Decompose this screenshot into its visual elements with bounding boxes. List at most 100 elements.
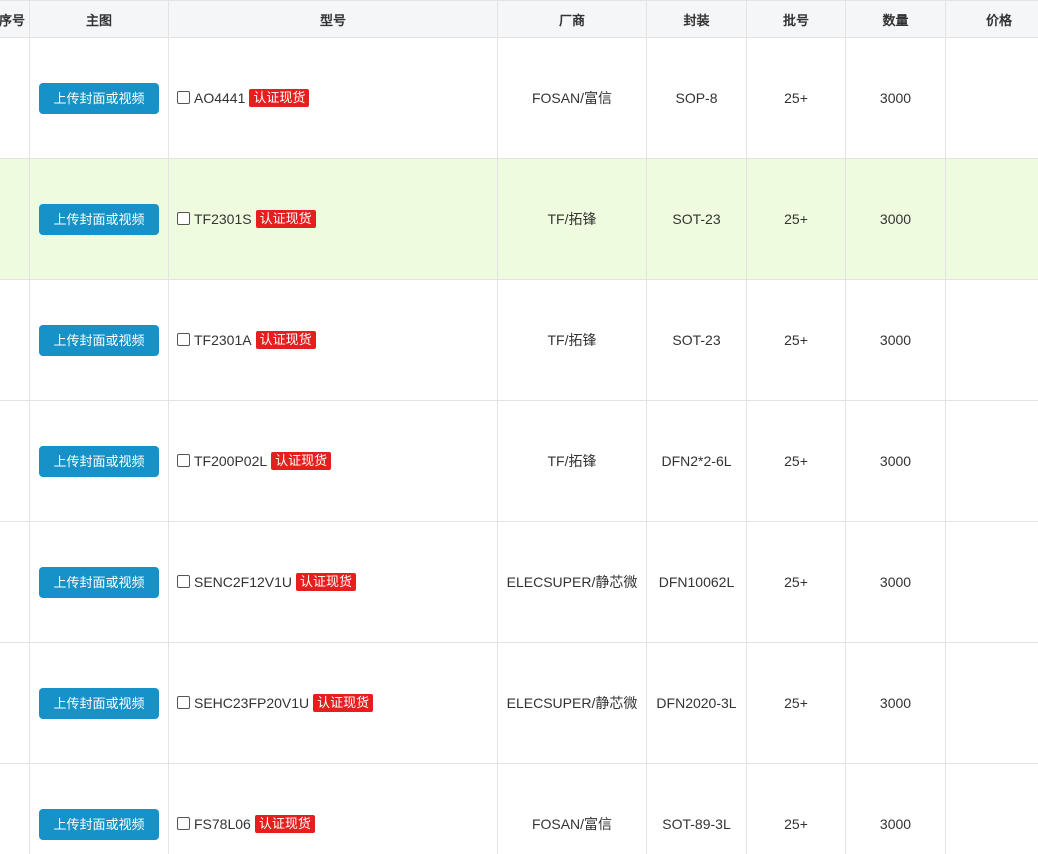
price-cell — [945, 763, 1038, 854]
row-checkbox[interactable] — [177, 91, 190, 104]
certified-stock-badge: 认证现货 — [255, 210, 316, 228]
batch-cell: 25+ — [746, 158, 846, 280]
package-cell: SOP-8 — [646, 37, 747, 159]
batch-cell: 25+ — [746, 763, 846, 854]
model-cell: SEHC23FP20V1U 认证现货 — [168, 642, 498, 764]
qty-text: 3000 — [879, 453, 912, 469]
package-cell: DFN2020-3L — [646, 642, 747, 764]
maker-text: ELECSUPER/静芯微 — [506, 695, 638, 711]
upload-cover-button[interactable]: 上传封面或视频 — [39, 687, 159, 719]
upload-cover-button[interactable]: 上传封面或视频 — [39, 324, 159, 356]
price-cell — [945, 279, 1038, 401]
package-text: DFN10062L — [658, 574, 735, 590]
certified-stock-badge: 认证现货 — [255, 331, 316, 349]
batch-text: 25+ — [784, 695, 808, 711]
package-cell: SOT-23 — [646, 158, 747, 280]
price-cell — [945, 37, 1038, 159]
maker-text: TF/拓锋 — [547, 211, 597, 227]
product-table-container: 序号 主图 型号 厂商 封装 批号 数量 价格 上传封面或视频 AO4441 认证… — [0, 0, 1038, 854]
certified-stock-badge: 认证现货 — [254, 815, 315, 833]
maker-cell: TF/拓锋 — [497, 400, 647, 522]
batch-cell: 25+ — [746, 642, 846, 764]
batch-text: 25+ — [784, 332, 808, 348]
model-cell: TF200P02L 认证现货 — [168, 400, 498, 522]
price-cell — [945, 158, 1038, 280]
upload-cover-button[interactable]: 上传封面或视频 — [39, 808, 159, 840]
index-cell — [0, 158, 30, 280]
model-cell: AO4441 认证现货 — [168, 37, 498, 159]
batch-text: 25+ — [784, 453, 808, 469]
image-cell: 上传封面或视频 — [29, 37, 169, 159]
certified-stock-badge: 认证现货 — [296, 573, 357, 591]
package-cell: SOT-89-3L — [646, 763, 747, 854]
col-header-price: 价格 — [945, 0, 1038, 38]
model-cell: SENC2F12V1U 认证现货 — [168, 521, 498, 643]
qty-cell: 3000 — [845, 763, 946, 854]
row-checkbox[interactable] — [177, 454, 190, 467]
package-cell: DFN2*2-6L — [646, 400, 747, 522]
package-cell: DFN10062L — [646, 521, 747, 643]
image-cell: 上传封面或视频 — [29, 279, 169, 401]
row-checkbox[interactable] — [177, 212, 190, 225]
qty-text: 3000 — [879, 332, 912, 348]
col-header-maker: 厂商 — [497, 0, 647, 38]
maker-text: FOSAN/富信 — [531, 90, 613, 106]
upload-cover-button[interactable]: 上传封面或视频 — [39, 203, 159, 235]
maker-text: TF/拓锋 — [547, 453, 597, 469]
maker-text: ELECSUPER/静芯微 — [506, 574, 638, 590]
index-cell — [0, 763, 30, 854]
model-text[interactable]: TF200P02L — [194, 453, 267, 469]
package-cell: SOT-23 — [646, 279, 747, 401]
model-text[interactable]: AO4441 — [194, 90, 245, 106]
table-row: 上传封面或视频 SENC2F12V1U 认证现货 ELECSUPER/静芯微 DF… — [0, 521, 1038, 643]
row-checkbox[interactable] — [177, 333, 190, 346]
row-checkbox[interactable] — [177, 575, 190, 588]
product-table: 序号 主图 型号 厂商 封装 批号 数量 价格 上传封面或视频 AO4441 认证… — [0, 0, 1038, 854]
package-text: SOT-23 — [672, 332, 721, 348]
maker-cell: FOSAN/富信 — [497, 37, 647, 159]
col-header-index: 序号 — [0, 0, 30, 38]
price-cell — [945, 642, 1038, 764]
upload-cover-button[interactable]: 上传封面或视频 — [39, 445, 159, 477]
qty-cell: 3000 — [845, 521, 946, 643]
package-text: DFN2020-3L — [656, 695, 737, 711]
batch-text: 25+ — [784, 816, 808, 832]
index-cell — [0, 37, 30, 159]
model-cell: TF2301S 认证现货 — [168, 158, 498, 280]
package-text: SOT-23 — [672, 211, 721, 227]
model-text[interactable]: FS78L06 — [194, 816, 251, 832]
package-text: DFN2*2-6L — [661, 453, 732, 469]
batch-cell: 25+ — [746, 279, 846, 401]
maker-cell: ELECSUPER/静芯微 — [497, 642, 647, 764]
table-row: 上传封面或视频 TF2301S 认证现货 TF/拓锋 SOT-23 25+ 300… — [0, 158, 1038, 280]
certified-stock-badge: 认证现货 — [249, 89, 310, 107]
qty-cell: 3000 — [845, 400, 946, 522]
table-row: 上传封面或视频 SEHC23FP20V1U 认证现货 ELECSUPER/静芯微 … — [0, 642, 1038, 764]
table-row: 上传封面或视频 TF200P02L 认证现货 TF/拓锋 DFN2*2-6L 25… — [0, 400, 1038, 522]
index-cell — [0, 279, 30, 401]
qty-text: 3000 — [879, 695, 912, 711]
maker-text: FOSAN/富信 — [531, 816, 613, 832]
row-checkbox[interactable] — [177, 817, 190, 830]
maker-cell: TF/拓锋 — [497, 279, 647, 401]
upload-cover-button[interactable]: 上传封面或视频 — [39, 566, 159, 598]
maker-cell: TF/拓锋 — [497, 158, 647, 280]
index-cell — [0, 400, 30, 522]
qty-text: 3000 — [879, 90, 912, 106]
model-text[interactable]: SEHC23FP20V1U — [194, 695, 309, 711]
image-cell: 上传封面或视频 — [29, 400, 169, 522]
model-text[interactable]: TF2301A — [194, 332, 252, 348]
package-text: SOT-89-3L — [662, 816, 731, 832]
model-text[interactable]: SENC2F12V1U — [194, 574, 292, 590]
qty-text: 3000 — [879, 574, 912, 590]
image-cell: 上传封面或视频 — [29, 521, 169, 643]
price-cell — [945, 521, 1038, 643]
upload-cover-button[interactable]: 上传封面或视频 — [39, 82, 159, 114]
index-cell — [0, 642, 30, 764]
image-cell: 上传封面或视频 — [29, 642, 169, 764]
row-checkbox[interactable] — [177, 696, 190, 709]
model-text[interactable]: TF2301S — [194, 211, 252, 227]
index-cell — [0, 521, 30, 643]
batch-cell: 25+ — [746, 37, 846, 159]
table-row: 上传封面或视频 TF2301A 认证现货 TF/拓锋 SOT-23 25+ 300… — [0, 279, 1038, 401]
